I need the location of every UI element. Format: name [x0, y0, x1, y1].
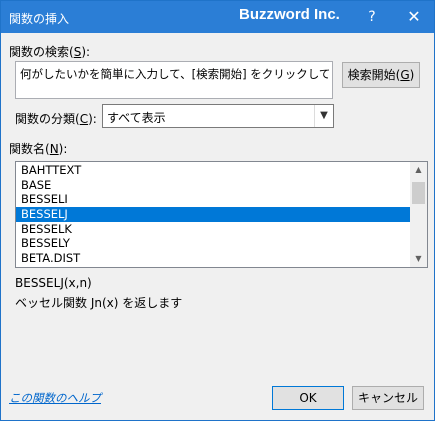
window-title: 関数の挿入 [9, 12, 70, 26]
function-name-label: 関数名(N): [9, 142, 68, 156]
insert-function-dialog: 関数の挿入 Buzzword Inc. ? ✕ 関数の検索(S): 何がしたいか… [0, 0, 435, 421]
list-item[interactable]: BESSELK [16, 222, 411, 237]
search-start-button[interactable]: 検索開始(G) [342, 62, 420, 88]
list-item[interactable]: BASE [16, 178, 411, 193]
search-input[interactable]: 何がしたいかを簡単に入力して、[検索開始] をクリックしてください。 [15, 61, 333, 99]
category-select[interactable]: すべて表示 ▼ [102, 104, 334, 128]
ok-button[interactable]: OK [272, 386, 344, 410]
list-item[interactable]: BESSELY [16, 236, 411, 251]
brand-label: Buzzword Inc. [239, 6, 340, 23]
function-syntax: BESSELJ(x,n) [15, 276, 92, 290]
list-item[interactable]: BAHTTEXT [16, 163, 411, 178]
title-bar[interactable]: 関数の挿入 Buzzword Inc. ? ✕ [1, 1, 434, 33]
listbox-scrollbar[interactable]: ▲ ▼ [410, 162, 427, 267]
cancel-button[interactable]: キャンセル [352, 386, 424, 410]
function-listbox[interactable]: BAHTTEXT BASE BESSELI BESSELJ BESSELK BESSELY… [15, 161, 428, 268]
scroll-up-icon[interactable]: ▲ [410, 163, 427, 177]
search-input-text: 何がしたいかを簡単に入力して、[検索開始] をクリックしてください。 [20, 67, 332, 81]
chevron-down-icon[interactable]: ▼ [314, 105, 333, 127]
close-button[interactable]: ✕ [398, 1, 430, 33]
function-help-link[interactable]: この関数のヘルプ [9, 390, 101, 406]
list-item[interactable]: BESSELI [16, 192, 411, 207]
scroll-down-icon[interactable]: ▼ [410, 252, 427, 266]
function-list-items: BAHTTEXT BASE BESSELI BESSELJ BESSELK BESSELY… [16, 163, 411, 266]
help-button[interactable]: ? [356, 1, 388, 33]
category-label: 関数の分類(C): [15, 112, 97, 126]
list-item[interactable]: BETA.DIST [16, 251, 411, 266]
scroll-thumb[interactable] [412, 182, 425, 204]
search-label: 関数の検索(S): [9, 45, 91, 59]
list-item[interactable]: BESSELJ [16, 207, 411, 222]
function-description: ベッセル関数 Jn(x) を返します [15, 296, 183, 310]
category-selected-value: すべて表示 [107, 111, 166, 125]
